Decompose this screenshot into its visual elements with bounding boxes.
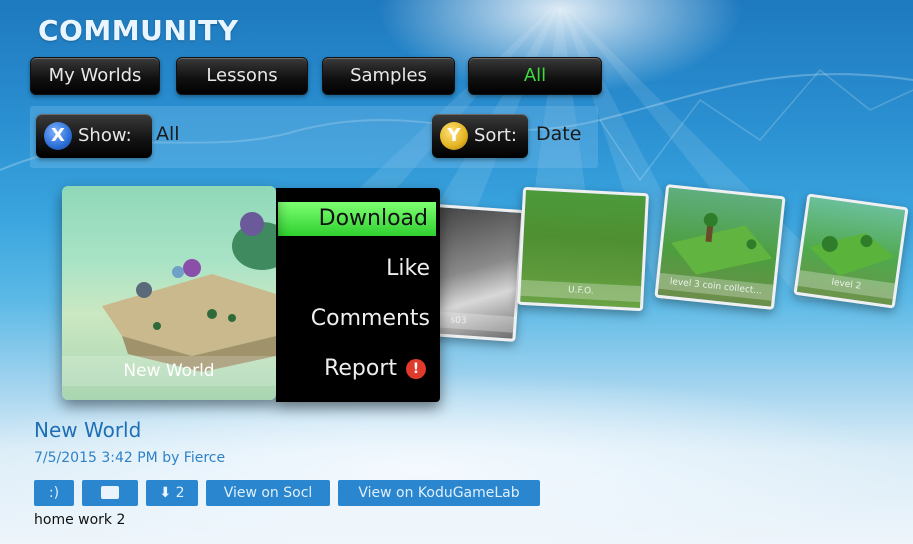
selected-world-thumbnail[interactable]: New World <box>62 186 276 400</box>
download-arrow-icon: ⬇ <box>159 485 172 501</box>
view-on-socl-button[interactable]: View on Socl <box>206 480 330 506</box>
sort-filter-value: Date <box>536 123 582 145</box>
download-count: 2 <box>175 485 185 501</box>
tab-samples[interactable]: Samples <box>322 57 455 95</box>
tab-lessons[interactable]: Lessons <box>176 57 308 95</box>
world-title: New World <box>34 418 142 442</box>
report-alert-icon: ! <box>406 359 426 379</box>
smile-button[interactable]: :) <box>34 480 74 506</box>
download-count-button[interactable]: ⬇ 2 <box>146 480 198 506</box>
world-context-menu: Download Like Comments Report ! <box>276 188 440 402</box>
comment-button[interactable] <box>82 480 138 506</box>
tab-my-worlds[interactable]: My Worlds <box>30 57 160 95</box>
page-title: COMMUNITY <box>38 14 239 47</box>
world-description: home work 2 <box>34 512 126 528</box>
view-on-kodugamelab-button[interactable]: View on KoduGameLab <box>338 480 540 506</box>
world-card[interactable]: U.F.O. <box>516 186 650 312</box>
world-card-caption: U.F.O. <box>520 279 642 303</box>
world-card[interactable]: level 3 coin collect... <box>654 184 786 310</box>
selected-world-caption: New World <box>62 356 276 386</box>
y-button-icon: Y <box>440 122 468 150</box>
menu-item-like[interactable]: Like <box>386 256 430 281</box>
community-screen: COMMUNITY My Worlds Lessons Samples All … <box>0 0 913 544</box>
comment-icon <box>101 486 119 499</box>
sort-filter-button[interactable]: Y Sort: <box>432 114 528 158</box>
menu-item-report-label: Report <box>324 356 397 381</box>
world-card[interactable]: level 2 <box>793 193 909 309</box>
world-meta: 7/5/2015 3:42 PM by Fierce <box>34 450 226 466</box>
x-button-icon: X <box>44 122 72 150</box>
show-filter-label: Show: <box>78 125 132 146</box>
menu-item-comments[interactable]: Comments <box>311 306 430 331</box>
show-filter-value: All <box>156 123 180 145</box>
menu-item-report[interactable]: Report ! <box>324 356 426 381</box>
menu-item-download[interactable]: Download <box>278 202 436 236</box>
sort-filter-label: Sort: <box>474 125 517 146</box>
tab-all[interactable]: All <box>468 57 602 95</box>
show-filter-button[interactable]: X Show: <box>36 114 152 158</box>
